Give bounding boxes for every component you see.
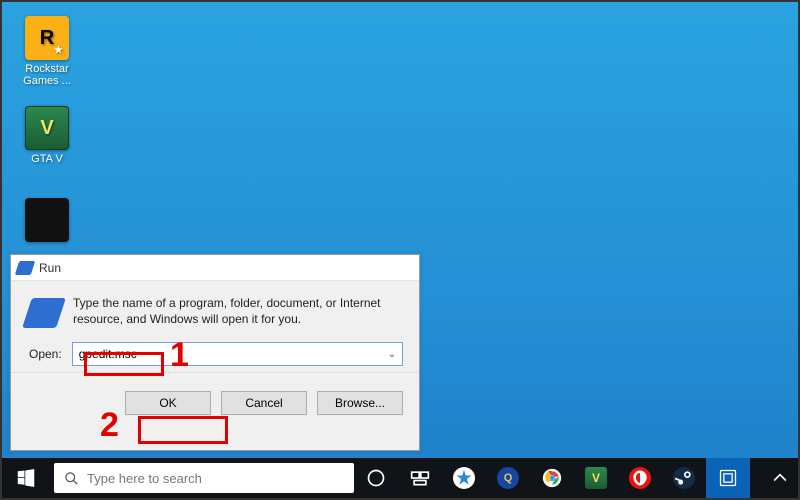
settings-icon: [718, 468, 738, 488]
run-title: Run: [39, 261, 61, 275]
cortana-button[interactable]: [354, 458, 398, 498]
run-icon-large: [22, 298, 66, 328]
taskbar-app-garena[interactable]: [618, 458, 662, 498]
chevron-down-icon[interactable]: ⌄: [382, 349, 402, 360]
system-tray: [762, 458, 798, 498]
genshin-icon: [453, 467, 475, 489]
cortana-icon: [366, 468, 386, 488]
chevron-up-icon: [770, 468, 790, 488]
desktop-icon-rockstar-games[interactable]: R★ Rockstar Games ...: [16, 16, 78, 87]
lien-quan-icon: Q: [497, 467, 519, 489]
taskbar-app-chrome[interactable]: [530, 458, 574, 498]
run-dialog: Run Type the name of a program, folder, …: [10, 254, 420, 451]
desktop-icon-gta-v[interactable]: V GTA V: [16, 106, 78, 165]
desktop-icon-label: GTA V: [31, 153, 63, 165]
search-icon: [64, 471, 79, 486]
open-combobox[interactable]: ⌄: [72, 342, 403, 366]
open-input[interactable]: [73, 345, 382, 363]
tray-overflow-button[interactable]: [762, 458, 798, 498]
taskbar-search[interactable]: Type here to search: [54, 463, 354, 493]
run-description: Type the name of a program, folder, docu…: [73, 295, 403, 328]
chrome-icon: [542, 468, 562, 488]
taskbar: Type here to search Q V: [2, 458, 798, 498]
msi-icon: [25, 198, 69, 242]
run-icon: [15, 261, 36, 275]
taskbar-app-steam[interactable]: [662, 458, 706, 498]
taskbar-app-genshin[interactable]: [442, 458, 486, 498]
open-label: Open:: [29, 347, 62, 361]
steam-icon: [673, 467, 695, 489]
browse-button[interactable]: Browse...: [317, 391, 403, 415]
ok-button[interactable]: OK: [125, 391, 211, 415]
desktop-icon-label: Rockstar Games ...: [16, 63, 78, 87]
search-placeholder: Type here to search: [87, 471, 202, 486]
rockstar-icon: R★: [25, 16, 69, 60]
task-view-button[interactable]: [398, 458, 442, 498]
taskbar-app-lien-quan[interactable]: Q: [486, 458, 530, 498]
gtav-taskbar-icon: V: [585, 467, 607, 489]
task-view-icon: [410, 468, 430, 488]
start-button[interactable]: [2, 458, 50, 498]
windows-icon: [17, 469, 35, 487]
cancel-button[interactable]: Cancel: [221, 391, 307, 415]
taskbar-app-gta-v[interactable]: V: [574, 458, 618, 498]
garena-icon: [629, 467, 651, 489]
desktop-icon-msi[interactable]: [16, 198, 78, 242]
taskbar-app-settings[interactable]: [706, 458, 750, 498]
gtav-icon: V: [25, 106, 69, 150]
run-titlebar[interactable]: Run: [11, 255, 419, 281]
